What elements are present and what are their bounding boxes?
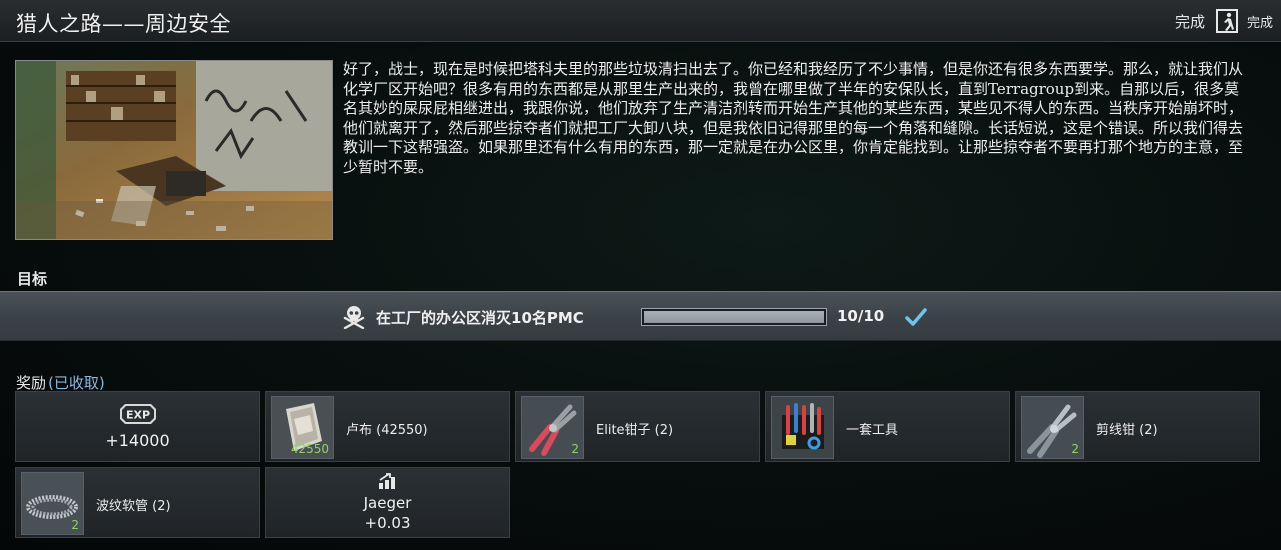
item-count: 42550 [290,442,329,456]
quest-image [15,60,333,240]
quest-status: 完成 完成 [1175,6,1273,36]
rouble-bundle-icon: 42550 [271,396,334,459]
reward-reputation[interactable]: Jaeger +0.03 [265,467,510,538]
toolset-icon [771,396,834,459]
reward-item[interactable]: 2 波纹软管 (2) [15,467,260,538]
trader-name: Jaeger [363,494,412,512]
item-count: 2 [71,518,79,532]
exit-icon [1215,8,1239,34]
check-icon [904,306,928,328]
objective-text: 在工厂的办公区消灭10名PMC [376,309,584,327]
skull-crossbones-icon [343,305,365,330]
status-text: 完成 [1174,12,1205,31]
exp-value: +14000 [105,431,170,450]
reward-item[interactable]: 2 剪线钳 (2) [1015,391,1260,462]
item-name: 波纹软管 (2) [96,499,171,514]
title-bar: 猎人之路——周边安全 完成 完成 [0,0,1281,42]
quest-description: 好了，战士，现在是时候把塔科夫里的那些垃圾清扫出去了。你已经和我经历了不少事情，… [343,60,1244,176]
objective-progress-bar [641,308,827,326]
rewards-title: 奖励 [16,374,47,392]
pliers-icon: 2 [521,396,584,459]
item-count: 2 [571,442,579,456]
reward-exp[interactable]: EXP +14000 [15,391,260,462]
reward-item[interactable]: 2 Elite钳子 (2) [515,391,760,462]
rewards-label: 奖励 (已收取) [16,372,105,393]
item-name: 卢布 (42550) [346,423,428,438]
corrugated-hose-icon: 2 [21,472,84,535]
reputation-value: +0.03 [364,514,411,532]
rewards-claimed-status: (已收取) [48,374,105,392]
item-name: 剪线钳 (2) [1096,423,1158,438]
reward-item[interactable]: 一套工具 [765,391,1010,462]
quest-title: 猎人之路——周边安全 [16,12,231,36]
item-name: Elite钳子 (2) [596,423,674,438]
exp-badge-text: EXP [125,409,149,422]
exp-badge-icon: EXP [119,404,156,424]
reputation-up-icon [378,473,395,489]
wire-cutter-icon: 2 [1021,396,1084,459]
objective-row: 在工厂的办公区消灭10名PMC 10/10 [0,291,1281,341]
item-name: 一套工具 [846,423,899,438]
item-count: 2 [1071,442,1079,456]
reward-item[interactable]: 42550 卢布 (42550) [265,391,510,462]
objectives-label: 目标 [17,270,48,288]
objective-progress-text: 10/10 [837,307,885,325]
progress-fill [644,311,824,323]
done-button[interactable]: 完成 [1247,12,1273,31]
